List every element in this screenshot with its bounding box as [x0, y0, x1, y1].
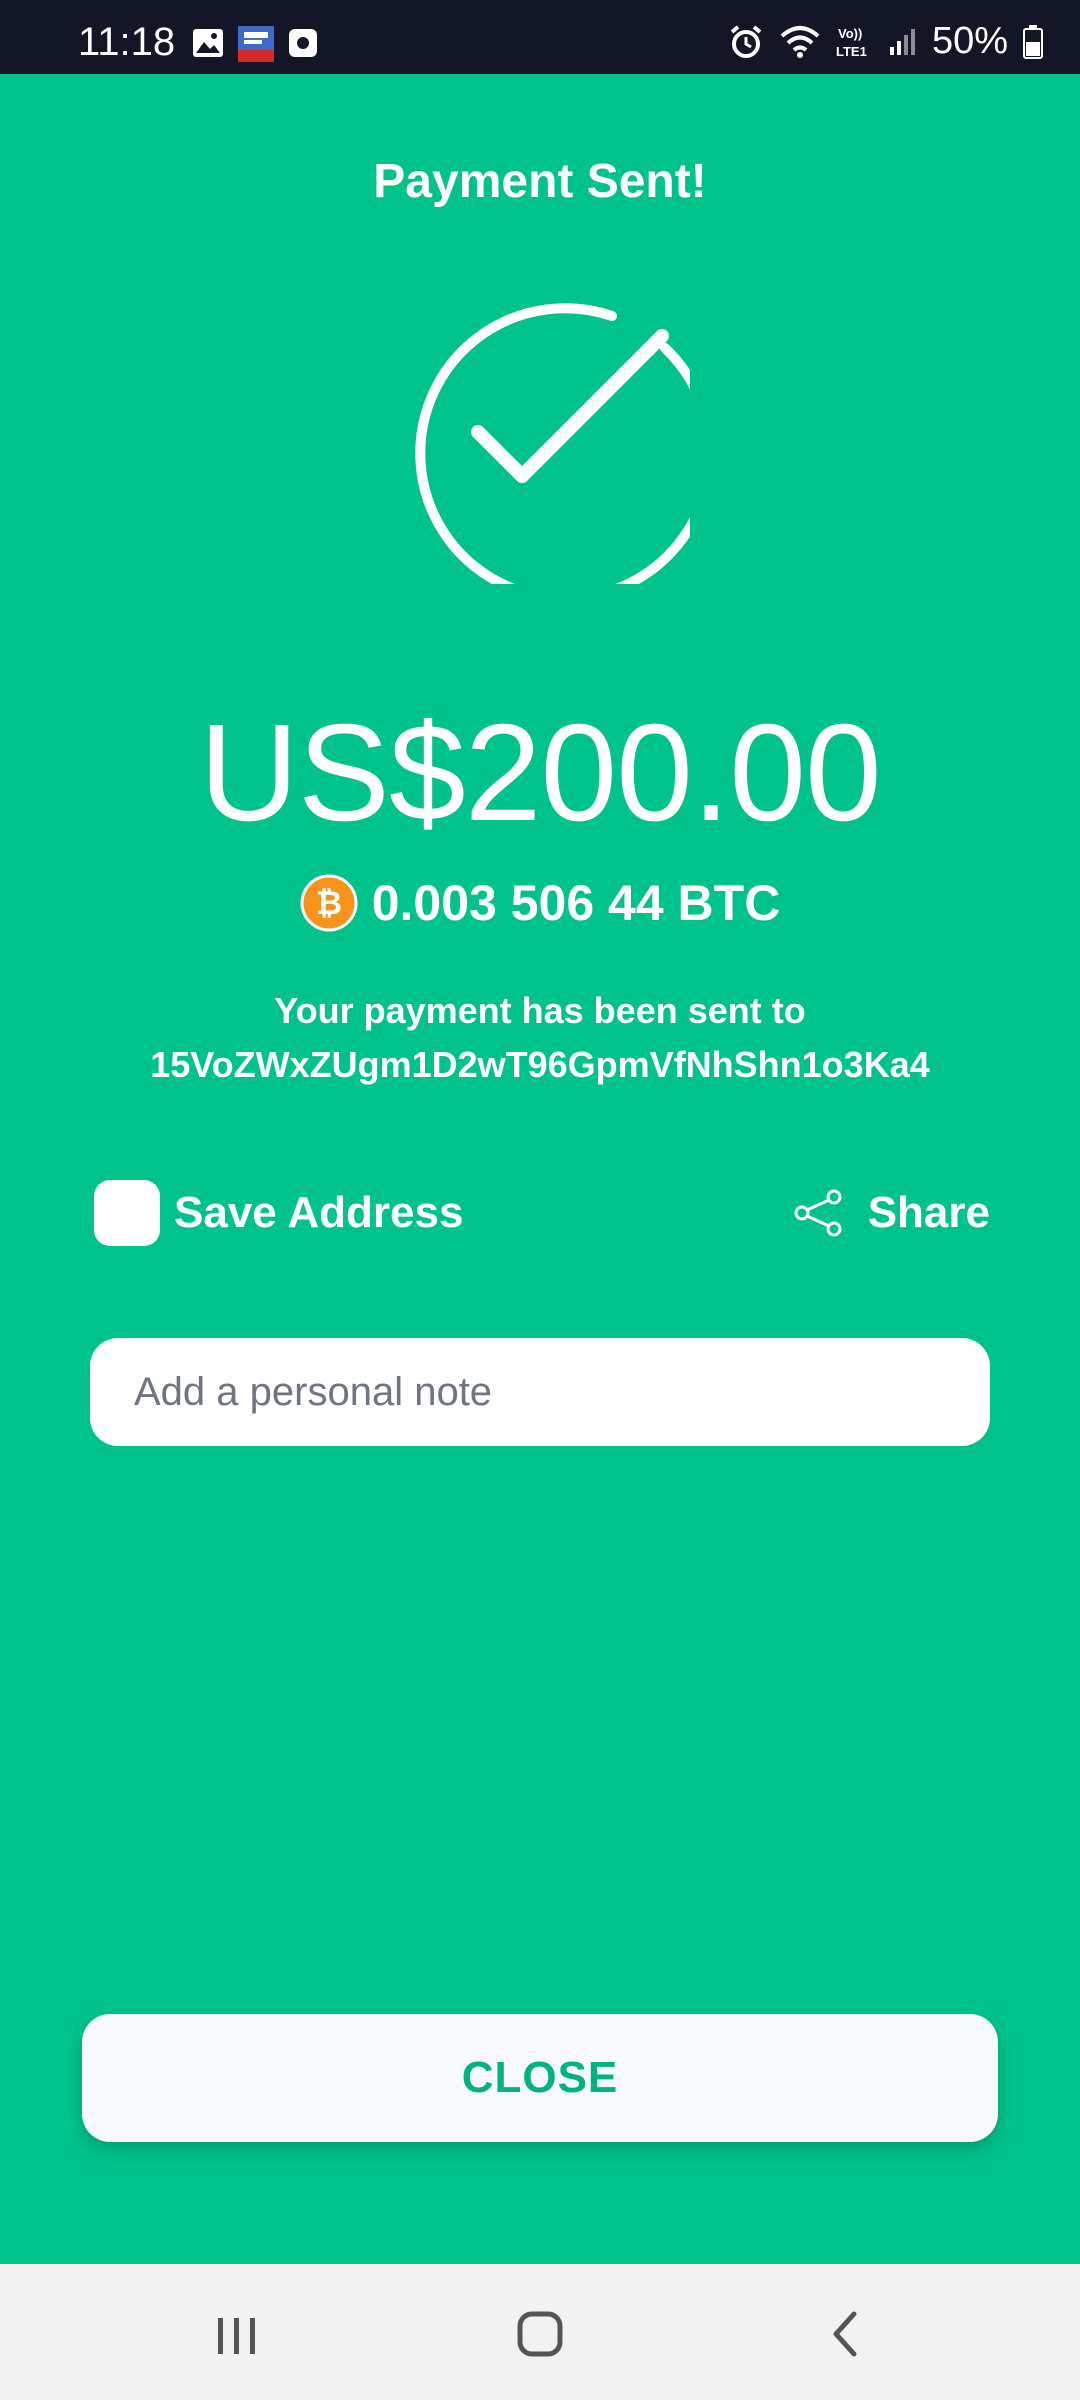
btc-amount-row: ₿ 0.003 506 44 BTC	[0, 874, 1080, 932]
signal-icon	[889, 28, 915, 55]
screen-record-icon	[289, 29, 317, 57]
system-nav-bar	[0, 2264, 1080, 2400]
svg-text:LTE1: LTE1	[836, 44, 867, 59]
battery-percent: 50%	[931, 20, 1008, 62]
save-address-label: Save Address	[174, 1188, 464, 1237]
share-button[interactable]: Share	[792, 1180, 990, 1246]
status-time: 11:18	[78, 20, 176, 64]
save-address-checkbox[interactable]	[94, 1180, 160, 1246]
save-address-toggle[interactable]: Save Address	[94, 1180, 463, 1246]
bitcoin-icon: ₿	[300, 874, 358, 932]
back-icon[interactable]	[804, 2304, 884, 2364]
page-title: Payment Sent!	[373, 155, 707, 208]
recent-apps-icon[interactable]	[196, 2304, 276, 2364]
svg-text:₿: ₿	[316, 885, 342, 921]
volte-lte-icon: Vo)) LTE1	[836, 26, 867, 59]
status-bar: 11:18 Vo)) LTE1 50%	[0, 0, 1080, 74]
wifi-icon	[780, 25, 820, 58]
status-right: Vo)) LTE1 50%	[728, 20, 1044, 63]
battery-icon	[1023, 24, 1043, 59]
recipient-address: 15VoZWxZUgm1D2wT96GpmVfNhShn1o3Ka4	[150, 1044, 930, 1085]
close-button[interactable]: CLOSE	[82, 2014, 998, 2142]
payment-sent-screen: Payment Sent! US$200.00 ₿ 0.003 506 44 B…	[0, 74, 1080, 2264]
gallery-icon	[193, 29, 223, 57]
news-app-icon	[238, 26, 274, 62]
personal-note-input[interactable]	[90, 1338, 990, 1446]
sent-message: Your payment has been sent to 15VoZWxZUg…	[0, 984, 1080, 1092]
share-label: Share	[867, 1188, 990, 1237]
alarm-icon	[730, 24, 762, 58]
success-check-icon	[415, 303, 690, 584]
svg-text:Vo)): Vo))	[838, 26, 862, 41]
btc-amount: 0.003 506 44 BTC	[371, 875, 781, 931]
home-icon[interactable]	[500, 2304, 580, 2364]
sent-message-line: Your payment has been sent to	[274, 990, 806, 1031]
share-icon	[794, 1189, 842, 1237]
fiat-amount: US$200.00	[199, 696, 882, 850]
